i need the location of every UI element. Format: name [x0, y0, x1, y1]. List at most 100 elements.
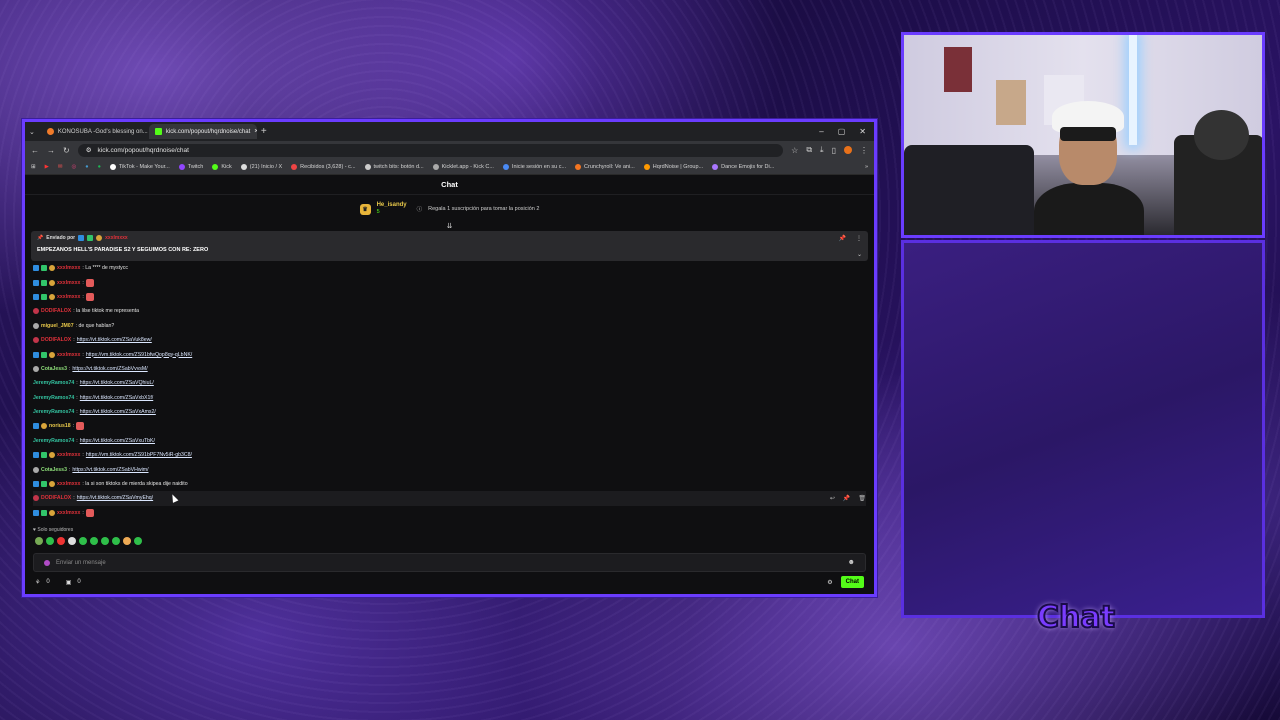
chat-username[interactable]: miguel_JM07 — [41, 323, 74, 329]
bookmark-item[interactable]: Twitch — [178, 163, 203, 170]
chat-username[interactable]: JeremyRamos74 — [33, 438, 74, 444]
send-button[interactable]: Chat — [840, 576, 864, 588]
delete-icon[interactable]: 🗑 — [858, 495, 866, 502]
close-window-icon[interactable]: ✕ — [859, 127, 866, 136]
chat-username[interactable]: JeremyRamos74 — [33, 380, 74, 386]
gift-prompt[interactable]: Regala 1 suscripción para tomar la posic… — [428, 206, 539, 212]
chat-link[interactable]: https://vt.tiktok.com/ZSaVxuTbK/ — [80, 438, 155, 444]
site-info-icon[interactable]: ⚙ — [86, 146, 92, 154]
message-input[interactable]: Enviar un mensaje ☻ — [33, 553, 866, 572]
bookmark-item[interactable]: Crunchyroll: Ve ani... — [575, 163, 635, 170]
chat-username[interactable]: xxxlmxxx — [57, 510, 80, 516]
settings-icon[interactable]: ⚙ — [827, 579, 832, 586]
chat-username[interactable]: DODIFALOX — [41, 308, 71, 314]
gmail-icon[interactable]: ✉ — [58, 164, 63, 170]
chat-username[interactable]: DODIFALOX — [41, 495, 71, 501]
download-icon[interactable]: ⤓ — [820, 145, 824, 155]
chat-username[interactable]: xxxlmxxx — [57, 280, 80, 286]
badge-icon — [49, 452, 55, 459]
minimize-icon[interactable]: – — [819, 127, 823, 136]
bookmark-icon[interactable]: ● — [85, 164, 88, 170]
maximize-icon[interactable]: ▢ — [838, 127, 846, 136]
bookmark-item[interactable]: HqrdNoise | Group... — [643, 163, 703, 170]
info-icon: ⓘ — [416, 207, 423, 213]
tab-search-icon[interactable]: ⌄ — [29, 128, 35, 136]
gift-amount: 5 — [376, 209, 380, 215]
new-tab-button[interactable]: + — [261, 126, 267, 137]
pin-icon[interactable]: 📌 — [843, 495, 850, 502]
more-icon[interactable]: ⋮ — [856, 235, 862, 242]
close-icon[interactable]: × — [254, 128, 257, 135]
chat-username[interactable]: CotaJess3 — [41, 467, 67, 473]
chat-username[interactable]: xxxlmxxx — [57, 294, 80, 300]
chevron-down-icon[interactable]: ⌄ — [857, 251, 862, 258]
emote-icon[interactable] — [35, 537, 43, 545]
unpin-icon[interactable]: 📌 — [839, 235, 846, 242]
bookmark-item[interactable]: Recibidos (3,628) - c... — [291, 163, 356, 170]
emote-icon[interactable] — [112, 537, 120, 545]
chat-username[interactable]: norius18 — [49, 423, 71, 429]
chat-link[interactable]: https://vt.tiktok.com/ZSaVuk8ew/ — [77, 337, 152, 343]
gift-user[interactable]: He_isandy — [377, 202, 407, 209]
points-icon[interactable]: ▣ — [66, 579, 72, 586]
chat-username[interactable]: xxxlmxxx — [57, 452, 80, 458]
emote-icon[interactable] — [79, 537, 87, 545]
bookmark-item[interactable]: Inicie sesión en su c... — [502, 163, 566, 170]
back-icon[interactable]: ← — [31, 146, 39, 155]
badge-icon — [41, 481, 47, 488]
bookmark-item[interactable]: Kicklet.app - Kick C... — [432, 163, 494, 170]
tab-kick-chat[interactable]: kick.com/popout/hqrdnoise/chat × — [148, 124, 257, 139]
sidebar-icon[interactable]: ▯ — [832, 146, 836, 155]
bookmark-item[interactable]: twitch bits: botón d... — [364, 163, 424, 170]
youtube-icon[interactable]: ▶ — [45, 164, 49, 170]
pinned-by-user[interactable]: xxxlmxxx — [105, 235, 128, 241]
emoji-icon[interactable]: ☻ — [848, 559, 855, 566]
chat-username[interactable]: JeremyRamos74 — [33, 395, 74, 401]
emote-icon[interactable] — [134, 537, 142, 545]
viewer-count: 0 — [46, 579, 50, 585]
chat-username[interactable]: CotaJess3 — [41, 366, 67, 372]
chat-link[interactable]: https://vm.tiktok.com/ZS91bPF7Nv5iR-gb3C… — [86, 452, 192, 458]
badge-icon — [33, 293, 39, 300]
chat-link[interactable]: https://vt.tiktok.com/ZSaVxAms2/ — [80, 409, 156, 415]
bookmark-item[interactable]: (21) Inicio / X — [240, 163, 282, 170]
chat-link[interactable]: https://vt.tiktok.com/ZSabVvvsM/ — [72, 366, 147, 372]
bookmark-item[interactable]: Dance Emojis for Di... — [712, 163, 774, 170]
emote-icon[interactable] — [68, 537, 76, 545]
instagram-icon[interactable]: ◎ — [71, 164, 76, 170]
chat-username[interactable]: xxxlmxxx — [57, 352, 80, 358]
chat-username[interactable]: xxxlmxxx — [57, 481, 80, 487]
chat-username[interactable]: xxxlmxxx — [57, 265, 80, 271]
more-bookmarks-icon[interactable]: » — [865, 164, 868, 170]
url-field[interactable]: ⚙ kick.com/popout/hqrdnoise/chat — [77, 143, 784, 157]
emote-icon[interactable] — [90, 537, 98, 545]
chat-username[interactable]: DODIFALOX — [41, 337, 71, 343]
extensions-icon[interactable]: ⧉ — [806, 145, 812, 155]
tab-konosuba[interactable]: KONOSUBA -God's blessing on... × — [41, 124, 149, 139]
viewers-icon[interactable]: ⚘ — [35, 579, 40, 586]
chat-link[interactable]: https://vt.tiktok.com/ZSaVQhiuL/ — [80, 380, 154, 386]
menu-icon[interactable]: ⋮ — [860, 146, 868, 155]
bookmark-item[interactable]: Kick — [212, 163, 232, 170]
chat-link[interactable]: https://vm.tiktok.com/ZS91bfwQop8qy-qLbN… — [86, 352, 192, 358]
emote-icon[interactable] — [101, 537, 109, 545]
emote-icon[interactable] — [123, 537, 131, 545]
bookmark-item[interactable]: TikTok - Make Your... — [109, 163, 170, 170]
chat-link[interactable]: https://vt.tiktok.com/ZSabVHwim/ — [72, 467, 148, 473]
reload-icon[interactable]: ↻ — [63, 146, 70, 155]
profile-avatar[interactable] — [844, 146, 852, 154]
reply-icon[interactable]: ↩ — [830, 495, 835, 502]
forward-icon[interactable]: → — [47, 146, 55, 155]
badge-icon — [49, 351, 55, 358]
chat-link[interactable]: https://vt.tiktok.com/ZSaVxbX1f/ — [80, 395, 154, 401]
emote-icon[interactable] — [46, 537, 54, 545]
spotify-icon[interactable]: ● — [98, 164, 101, 170]
chat-username[interactable]: JeremyRamos74 — [33, 409, 74, 415]
star-icon[interactable]: ☆ — [791, 146, 798, 155]
message-list[interactable]: xxxlmxxx: La **** de mystycc xxxlmxxx: xxx… — [25, 261, 874, 525]
apps-icon[interactable]: ⊞ — [31, 164, 36, 170]
emote-icon[interactable] — [57, 537, 65, 545]
collapse-icon[interactable]: ⇊ — [25, 223, 874, 231]
shirt — [1034, 183, 1144, 235]
chat-link[interactable]: https://vt.tiktok.com/ZSaVmyEhq/ — [77, 495, 153, 501]
